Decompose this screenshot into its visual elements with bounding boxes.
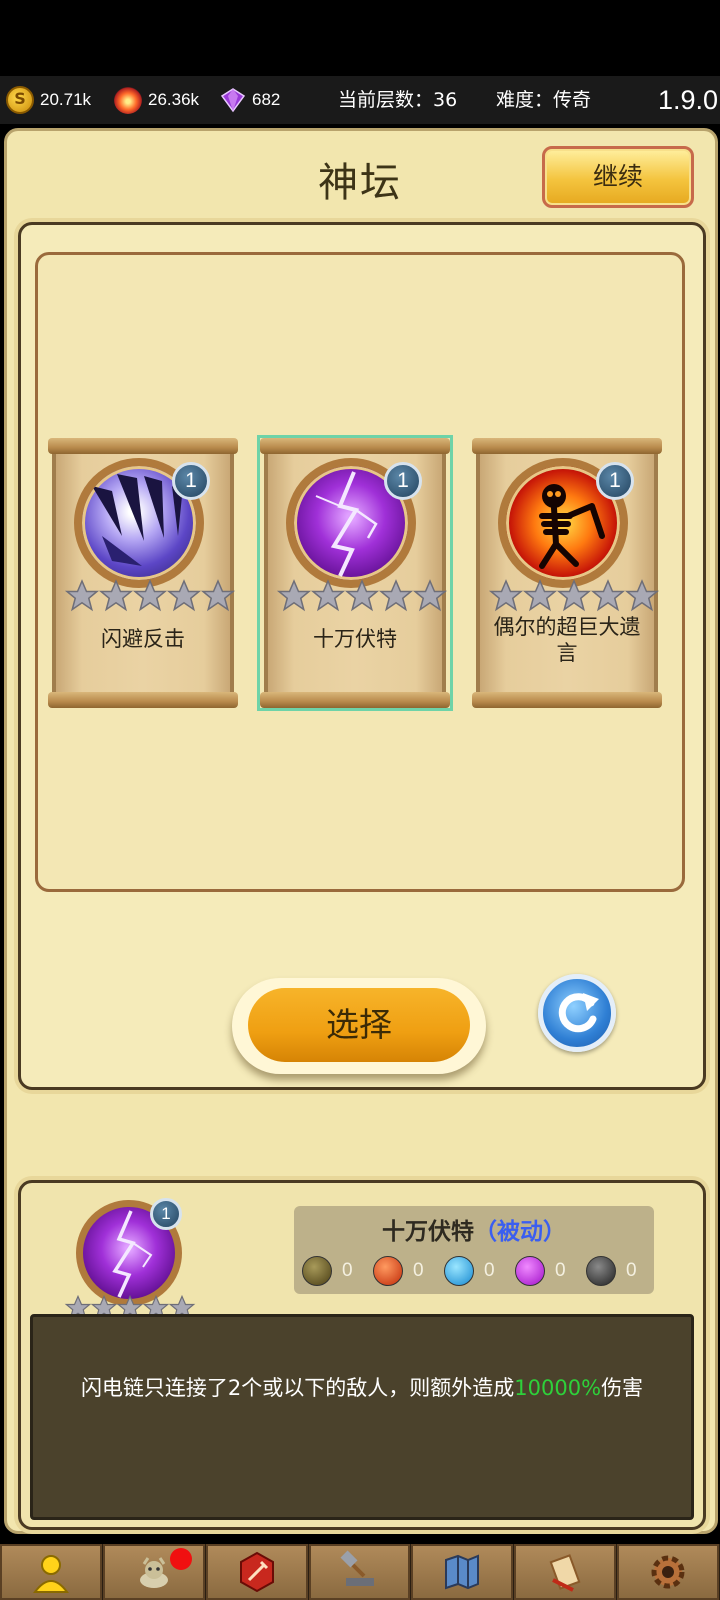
star-icon <box>200 579 236 612</box>
star-icon <box>624 579 660 612</box>
scroll-roll-top <box>48 438 238 454</box>
star-icon <box>98 579 134 612</box>
star-icon <box>166 579 202 612</box>
fire-element-icon <box>373 1256 403 1286</box>
skill-name: 十万伏特 <box>382 1219 474 1245</box>
star-icon <box>276 579 312 612</box>
water-element-icon <box>444 1256 474 1286</box>
difficulty-indicator: 难度：传奇 <box>496 76 591 124</box>
star-icon <box>378 579 414 612</box>
difficulty-label: 难度： <box>496 89 554 111</box>
refresh-icon <box>558 993 599 1033</box>
scroll-icon <box>549 1554 581 1592</box>
element-fire: 0 <box>373 1256 444 1286</box>
scroll-roll-top <box>472 438 662 454</box>
description-text-end: 伤害 <box>601 1376 644 1400</box>
element-count: 0 <box>484 1260 495 1281</box>
skill-description: 闪电链只连接了2个或以下的敌人，则额外造成10000%伤害 <box>30 1372 694 1402</box>
star-icon <box>64 579 100 612</box>
floor-value: 36 <box>433 89 458 111</box>
nav-forge[interactable] <box>308 1544 411 1600</box>
star-rating <box>276 578 448 614</box>
level-badge: 1 <box>596 462 634 500</box>
star-icon <box>310 579 346 612</box>
fire-orb-icon <box>114 86 142 114</box>
element-count: 0 <box>555 1260 566 1281</box>
level-badge: 1 <box>384 462 422 500</box>
element-count: 0 <box>626 1260 637 1281</box>
earth-element-icon <box>302 1256 332 1286</box>
fire-value: 26.36k <box>148 90 200 109</box>
difficulty-value: 传奇 <box>553 89 592 111</box>
level-badge: 1 <box>172 462 210 500</box>
scroll-roll-bottom <box>260 692 450 708</box>
star-icon <box>344 579 380 612</box>
level-badge: 1 <box>150 1198 182 1230</box>
gem-counter: 682 <box>220 76 280 124</box>
card-name: 偶尔的超巨大遗言 <box>493 615 641 665</box>
gold-value: 20.71k <box>40 90 92 109</box>
settings-icon <box>651 1555 685 1589</box>
bottom-nav <box>0 1544 720 1600</box>
star-icon <box>522 579 558 612</box>
nav-equipment[interactable] <box>205 1544 308 1600</box>
hero-icon <box>32 1555 69 1593</box>
description-text: 闪电链只连接了2个或以下的敌人，则额外造成 <box>80 1376 515 1400</box>
description-highlight: 10000% <box>514 1376 602 1400</box>
star-icon <box>556 579 592 612</box>
skill-title: 十万伏特（被动） <box>294 1212 654 1246</box>
nav-hero[interactable] <box>0 1544 102 1600</box>
skill-card-last-words[interactable]: 1 偶尔的超巨大遗言 <box>472 438 662 708</box>
star-rating <box>64 578 236 614</box>
version-label: 1.9.0 <box>657 85 718 115</box>
star-icon <box>590 579 626 612</box>
star-icon <box>488 579 524 612</box>
skill-type: （被动） <box>474 1219 566 1245</box>
element-earth: 0 <box>302 1256 373 1286</box>
element-water: 0 <box>444 1256 515 1286</box>
element-count: 0 <box>413 1260 424 1281</box>
equipment-icon <box>239 1551 274 1593</box>
nav-map[interactable] <box>411 1544 514 1600</box>
description-box <box>30 1314 694 1520</box>
fire-counter: 26.36k <box>114 76 199 124</box>
element-arcane: 0 <box>515 1256 586 1286</box>
scroll-roll-bottom <box>472 692 662 708</box>
gold-coin-icon <box>6 86 34 114</box>
element-count: 0 <box>342 1260 353 1281</box>
arcane-element-icon <box>515 1256 545 1286</box>
scroll-roll-top <box>260 438 450 454</box>
dark-element-icon <box>586 1256 616 1286</box>
nav-scroll[interactable] <box>514 1544 617 1600</box>
nav-settings[interactable] <box>617 1544 720 1600</box>
skill-card-thunderbolt[interactable]: 1 十万伏特 <box>257 435 453 711</box>
skill-card-dodge-counter[interactable]: 1 闪避反击 <box>48 438 238 708</box>
floor-indicator: 当前层数：36 <box>338 76 457 124</box>
floor-label: 当前层数： <box>338 89 434 111</box>
forge-icon <box>340 1550 374 1586</box>
continue-button[interactable]: 继续 <box>542 146 694 208</box>
star-icon <box>132 579 168 612</box>
refresh-button[interactable] <box>538 974 616 1052</box>
status-bar: 20.71k 26.36k 682 当前层数：36 难度：传奇 1.9.0 <box>0 76 720 124</box>
card-name: 十万伏特 <box>313 627 397 651</box>
element-list: 0 0 0 0 0 <box>302 1256 657 1286</box>
notification-dot <box>170 1548 192 1570</box>
gem-icon <box>220 88 246 113</box>
scroll-roll-bottom <box>48 692 238 708</box>
gold-counter: 20.71k <box>6 76 91 124</box>
card-name: 闪避反击 <box>101 627 185 651</box>
element-dark: 0 <box>586 1256 657 1286</box>
map-icon <box>445 1554 480 1590</box>
gem-value: 682 <box>252 90 281 109</box>
select-button[interactable]: 选择 <box>248 988 470 1062</box>
star-rating <box>488 578 660 614</box>
star-icon <box>412 579 448 612</box>
